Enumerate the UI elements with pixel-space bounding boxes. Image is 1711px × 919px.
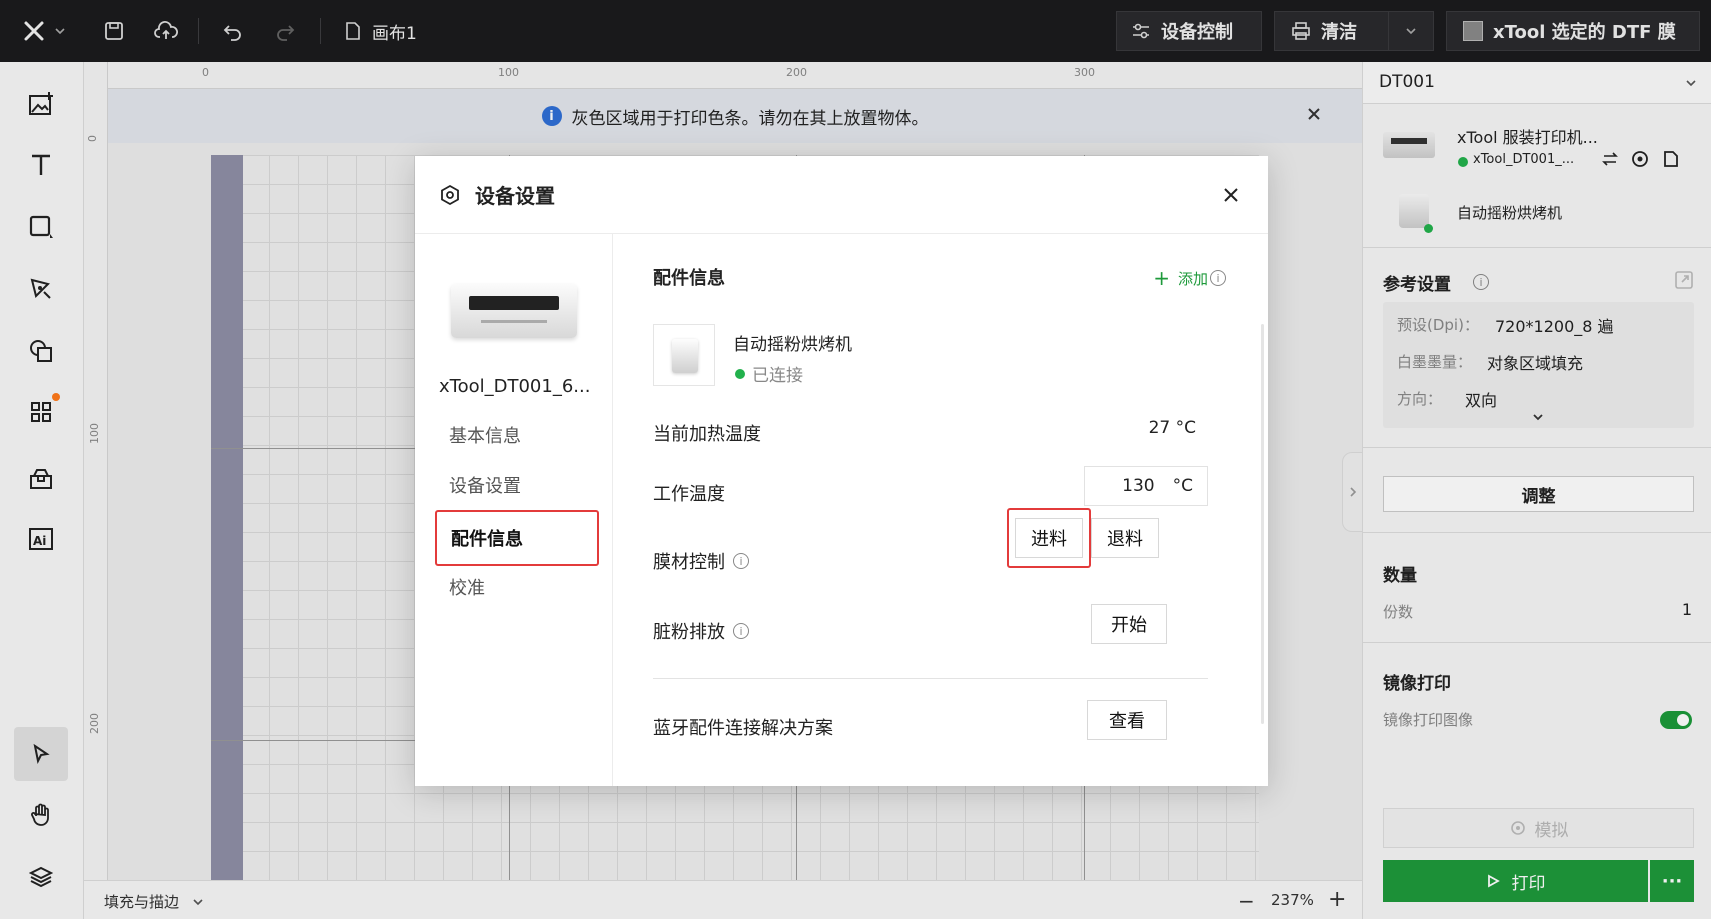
start-label: 开始 bbox=[1111, 615, 1147, 636]
add-label: 添加 bbox=[1177, 269, 1208, 288]
device-image bbox=[451, 284, 577, 338]
connected-dot bbox=[735, 369, 745, 379]
divider bbox=[653, 678, 1208, 679]
settings-hexagon-icon bbox=[441, 184, 459, 205]
dialog-header: 设备设置 bbox=[415, 156, 1268, 234]
retract-label: 退料 bbox=[1107, 529, 1143, 550]
work-temp-input[interactable]: 130 °C bbox=[1084, 466, 1208, 506]
work-temp-label: 工作温度 bbox=[653, 484, 725, 505]
close-dialog-button[interactable] bbox=[1222, 186, 1240, 208]
accessory-status: 已连接 bbox=[752, 366, 803, 386]
add-accessory-button[interactable]: + 添加 bbox=[1153, 266, 1208, 290]
view-label: 查看 bbox=[1109, 711, 1145, 732]
nav-device-settings[interactable]: 设备设置 bbox=[435, 460, 599, 510]
info-icon[interactable]: i bbox=[1210, 270, 1226, 286]
dialog-title: 设备设置 bbox=[475, 184, 555, 208]
accessory-thumbnail bbox=[653, 324, 715, 386]
view-button[interactable]: 查看 bbox=[1087, 700, 1167, 740]
retract-button[interactable]: 退料 bbox=[1091, 518, 1159, 558]
section-title: 配件信息 bbox=[653, 268, 725, 289]
dialog-content: 配件信息 + 添加 i 自动摇粉烘烤机 已连接 当前加热温度 27 °C 工作温… bbox=[613, 234, 1268, 786]
nav-basic-info[interactable]: 基本信息 bbox=[435, 410, 599, 460]
info-icon[interactable]: i bbox=[733, 553, 749, 569]
work-temp-value: 130 bbox=[1122, 476, 1155, 496]
current-temp-label: 当前加热温度 bbox=[653, 424, 761, 445]
device-settings-dialog: 设备设置 xTool_DT001_6... 基本信息 设备设置 配件信息 校准 … bbox=[415, 156, 1268, 786]
nav-calibration[interactable]: 校准 bbox=[435, 562, 599, 612]
plus-icon: + bbox=[1153, 266, 1170, 290]
info-icon[interactable]: i bbox=[733, 623, 749, 639]
dialog-sidebar: xTool_DT001_6... 基本信息 设备设置 配件信息 校准 bbox=[415, 234, 613, 786]
powder-discharge-text: 脏粉排放 bbox=[653, 622, 725, 643]
feed-button[interactable]: 进料 bbox=[1015, 518, 1083, 558]
device-name: xTool_DT001_6... bbox=[439, 376, 591, 397]
current-temp-value: 27 °C bbox=[1148, 418, 1196, 438]
bluetooth-help-label: 蓝牙配件连接解决方案 bbox=[653, 718, 833, 739]
nav-accessory-info[interactable]: 配件信息 bbox=[435, 510, 599, 566]
close-icon bbox=[1224, 188, 1238, 202]
film-control-text: 膜材控制 bbox=[653, 552, 725, 573]
work-temp-unit: °C bbox=[1172, 476, 1193, 496]
start-button[interactable]: 开始 bbox=[1091, 604, 1167, 644]
powder-discharge-label: 脏粉排放 i bbox=[653, 618, 749, 644]
accessory-name: 自动摇粉烘烤机 bbox=[733, 335, 852, 355]
film-control-label: 膜材控制 i bbox=[653, 548, 749, 574]
feed-label: 进料 bbox=[1031, 529, 1067, 550]
content-scrollbar[interactable] bbox=[1261, 324, 1264, 724]
